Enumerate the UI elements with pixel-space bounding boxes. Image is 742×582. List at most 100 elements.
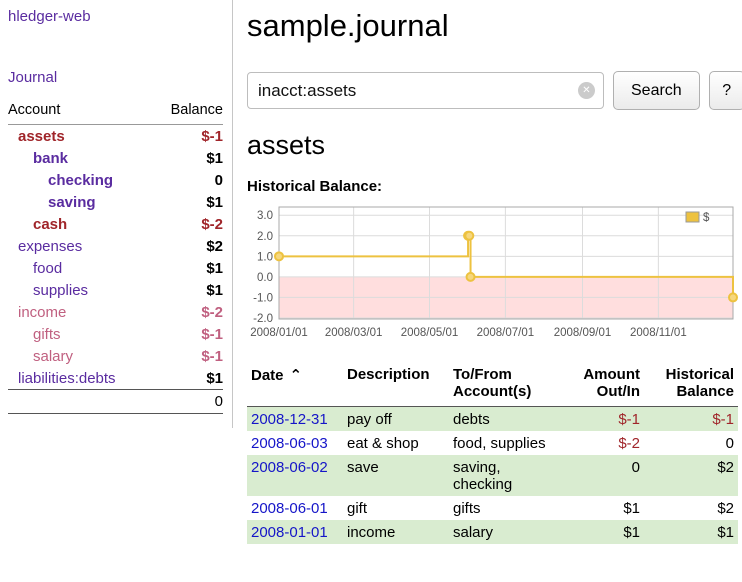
sidebar-account-link[interactable]: salary <box>33 348 73 365</box>
account-row: expenses $2 <box>8 235 223 257</box>
register-header-row: Date⌃ Description To/From Account(s) Amo… <box>247 364 738 407</box>
sidebar-account-link[interactable]: expenses <box>18 238 82 255</box>
register-table: Date⌃ Description To/From Account(s) Amo… <box>247 364 738 544</box>
help-button[interactable]: ? <box>709 71 742 110</box>
sidebar-account-balance: $-1 <box>153 323 223 345</box>
svg-text:2008/09/01: 2008/09/01 <box>554 327 612 339</box>
amount-cell: 0 <box>567 455 644 496</box>
account-row: checking0 <box>8 169 223 191</box>
svg-text:2008/07/01: 2008/07/01 <box>477 327 535 339</box>
svg-text:2008/01/01: 2008/01/01 <box>250 327 308 339</box>
register-header-description: Description <box>343 364 449 407</box>
date-cell: 2008-06-03 <box>247 431 343 455</box>
search-form: ✕ Search ? <box>247 71 742 110</box>
date-link[interactable]: 2008-12-31 <box>251 411 328 428</box>
amount-cell: $1 <box>567 496 644 520</box>
register-header-amount: Amount Out/In <box>567 364 644 407</box>
nav-journal-link[interactable]: Journal <box>8 69 223 86</box>
sidebar-account-link[interactable]: saving <box>48 194 96 211</box>
sidebar-account-balance: $-2 <box>153 213 223 235</box>
date-cell: 2008-01-01 <box>247 520 343 544</box>
sidebar-account-link[interactable]: cash <box>33 216 67 233</box>
date-link[interactable]: 2008-06-02 <box>251 459 328 476</box>
accounts-cell: gifts <box>449 496 567 520</box>
account-row: assets $-1 <box>8 125 223 148</box>
sidebar-account-link[interactable]: gifts <box>33 326 61 343</box>
svg-text:2008/05/01: 2008/05/01 <box>401 327 459 339</box>
accounts-header-row: Account Balance <box>8 102 223 125</box>
sidebar-account-balance: $1 <box>153 257 223 279</box>
balance-cell: 0 <box>644 431 738 455</box>
sidebar-account-link[interactable]: liabilities:debts <box>18 370 116 387</box>
register-row: 2008-06-01 giftgifts$1$2 <box>247 496 738 520</box>
amount-cell: $-2 <box>567 431 644 455</box>
account-row: liabilities:debts $1 <box>8 367 223 390</box>
accounts-header-account: Account <box>8 102 153 125</box>
register-row: 2008-06-02savesaving, checking0$2 <box>247 455 738 496</box>
sidebar-account-link[interactable]: income <box>18 304 66 321</box>
balance-chart: 3.02.01.00.0-1.0-2.02008/01/012008/03/01… <box>247 203 739 354</box>
account-row: food $1 <box>8 257 223 279</box>
sidebar-account-link[interactable]: bank <box>33 150 68 167</box>
account-row: saving $1 <box>8 191 223 213</box>
account-row: supplies$1 <box>8 279 223 301</box>
app-title-link[interactable]: hledger-web <box>8 8 223 25</box>
register-row: 2008-06-03eat & shopfood, supplies$-20 <box>247 431 738 455</box>
balance-chart-svg: 3.02.01.00.0-1.0-2.02008/01/012008/03/01… <box>247 203 739 351</box>
svg-text:3.0: 3.0 <box>257 210 273 222</box>
accounts-total-spacer <box>8 390 153 414</box>
svg-text:-2.0: -2.0 <box>253 313 273 325</box>
balance-cell: $-1 <box>644 407 738 432</box>
sidebar-inner: hledger-web Journal Account Balance asse… <box>0 0 233 428</box>
search-button[interactable]: Search <box>613 71 700 110</box>
date-cell: 2008-06-02 <box>247 455 343 496</box>
date-cell: 2008-12-31 <box>247 407 343 432</box>
date-cell: 2008-06-01 <box>247 496 343 520</box>
description-cell: pay off <box>343 407 449 432</box>
svg-text:-1.0: -1.0 <box>253 292 273 304</box>
sidebar-account-balance: $-1 <box>153 345 223 367</box>
register-header-date[interactable]: Date⌃ <box>247 364 343 407</box>
account-row: salary $-1 <box>8 345 223 367</box>
clear-search-icon[interactable]: ✕ <box>578 82 595 99</box>
svg-text:1.0: 1.0 <box>257 251 273 263</box>
sidebar-account-link[interactable]: food <box>33 260 62 277</box>
balance-cell: $2 <box>644 455 738 496</box>
search-box: ✕ <box>247 72 604 109</box>
amount-cell: $-1 <box>567 407 644 432</box>
sidebar-account-link[interactable]: assets <box>18 128 65 145</box>
svg-text:2008/11/01: 2008/11/01 <box>630 327 687 339</box>
page-title: sample.journal <box>247 8 742 44</box>
sidebar-account-balance: $-1 <box>153 125 223 148</box>
account-row: income$-2 <box>8 301 223 323</box>
balance-cell: $2 <box>644 496 738 520</box>
date-link[interactable]: 2008-06-01 <box>251 500 328 517</box>
register-header-accounts: To/From Account(s) <box>449 364 567 407</box>
accounts-body: assets$-1bank$1checking0saving$1cash$-2e… <box>8 125 223 390</box>
sidebar-account-balance: $1 <box>153 367 223 390</box>
accounts-table: Account Balance assets$-1bank$1checking0… <box>8 102 223 414</box>
accounts-cell: food, supplies <box>449 431 567 455</box>
sidebar-account-balance: $2 <box>153 235 223 257</box>
description-cell: gift <box>343 496 449 520</box>
register-body: 2008-12-31pay offdebts$-1$-12008-06-03ea… <box>247 407 738 545</box>
account-heading: assets <box>247 130 742 161</box>
description-cell: save <box>343 455 449 496</box>
description-cell: income <box>343 520 449 544</box>
account-row: gifts $-1 <box>8 323 223 345</box>
search-input[interactable] <box>247 72 604 109</box>
sidebar-account-link[interactable]: supplies <box>33 282 88 299</box>
accounts-total-row: 0 <box>8 390 223 414</box>
accounts-total-value: 0 <box>153 390 223 414</box>
date-link[interactable]: 2008-06-03 <box>251 435 328 452</box>
sidebar-account-link[interactable]: checking <box>48 172 113 189</box>
app-window: hledger-web Journal Account Balance asse… <box>0 0 742 544</box>
chart-title: Historical Balance: <box>247 178 742 195</box>
sidebar-account-balance: $1 <box>153 147 223 169</box>
date-link[interactable]: 2008-01-01 <box>251 524 328 541</box>
amount-cell: $1 <box>567 520 644 544</box>
accounts-cell: salary <box>449 520 567 544</box>
main-content: sample.journal ✕ Search ? assets Histori… <box>233 0 742 544</box>
svg-text:2008/03/01: 2008/03/01 <box>325 327 383 339</box>
sidebar-account-balance: $1 <box>153 191 223 213</box>
